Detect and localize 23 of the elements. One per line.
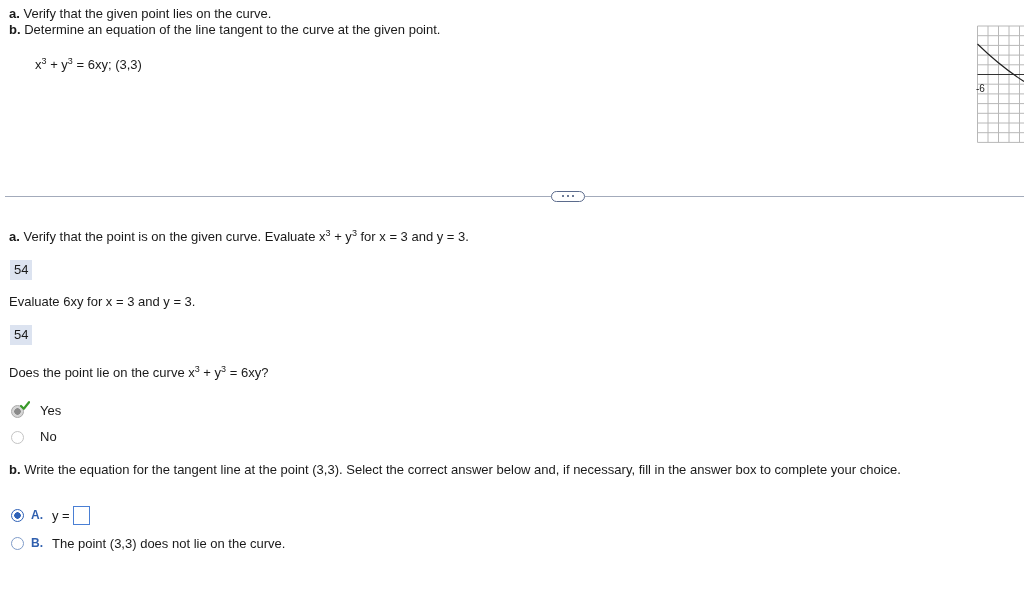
choice-text: y = [52,507,70,523]
equation-text: x$^{3}$ + y$^{3}$ = 6xy; (3,3) [35,57,142,73]
part-b-prompt: b. Write the equation for the tangent line at the point (3,3). Select the correct answer below and, if necessary, fill in the answer box to complete your choice. [9,462,901,478]
option-label: No [40,429,57,445]
answer-value: 54 [10,325,33,345]
choice-letter: B. [31,536,43,550]
axis-label: -6 [976,83,985,94]
radio-button[interactable] [11,508,24,522]
question-text: Does the point lie on the curve x$^{3}$ + y$^{3}$ = 6xy? [9,365,269,381]
radio-button[interactable] [11,536,24,550]
expand-button[interactable] [551,190,585,202]
choice-text: The point (3,3) does not lie on the curve. [52,535,286,551]
option-label: Yes [40,403,62,419]
graph-thumbnail[interactable]: -6 [975,22,1024,144]
radio-button[interactable] [11,404,24,418]
choice-letter: A. [31,508,43,522]
step-prompt: Evaluate 6xy for x = 3 and y = 3. [9,294,196,310]
answer-box[interactable] [72,505,90,525]
radio-button[interactable] [11,430,24,444]
instruction-text: b. Determine an equation of the line tangent to the curve at the given point. [9,22,441,38]
step-prompt: a. Verify that the point is on the given curve. Evaluate x$^{3}$ + y$^{3}$ for x = 3 and y = 3. [9,229,469,245]
answer-value: 54 [10,260,33,280]
instruction-text: a. Verify that the given point lies on the curve. [9,6,272,22]
